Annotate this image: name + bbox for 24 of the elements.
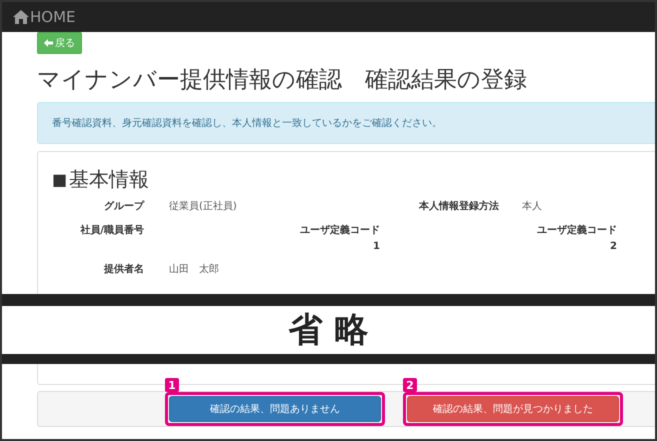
field-label: グループ	[103, 199, 144, 213]
field-label: 提供者名	[102, 262, 144, 276]
field-value: 山田 太郎	[169, 262, 220, 276]
field-label: ユーザ定義コード	[537, 223, 617, 237]
info-alert: 番号確認資料、身元確認資料を確認し、本人情報と一致しているかをご確認ください。	[37, 102, 655, 144]
step-badge: 2	[403, 378, 417, 392]
confirm-button[interactable]: 確認の結果、問題ありません	[169, 396, 381, 422]
field-value: 1	[373, 241, 380, 252]
confirm-button[interactable]: 確認の結果、問題が見つかりました	[407, 396, 619, 422]
omission-label: 省 略	[288, 309, 368, 352]
back-button[interactable]: 戻る	[37, 32, 82, 54]
step-badge: 1	[165, 378, 179, 392]
field-value: 2	[610, 241, 617, 252]
arrow-left-icon	[44, 39, 53, 47]
field-value: 本人	[522, 200, 543, 213]
field-value: 従業員(正社員)	[169, 200, 238, 213]
page-title: マイナンバー提供情報の確認 確認結果の登録	[37, 66, 528, 95]
field-label: 社員/職員番号	[79, 224, 144, 238]
section-title: 基本情報	[69, 166, 150, 193]
field-label: ユーザ定義コード	[300, 223, 380, 237]
field-label: 本人情報登録方法	[418, 199, 499, 213]
square-marker: ■	[52, 170, 68, 189]
home-link[interactable]: HOME	[12, 8, 76, 26]
home-icon	[12, 9, 30, 25]
